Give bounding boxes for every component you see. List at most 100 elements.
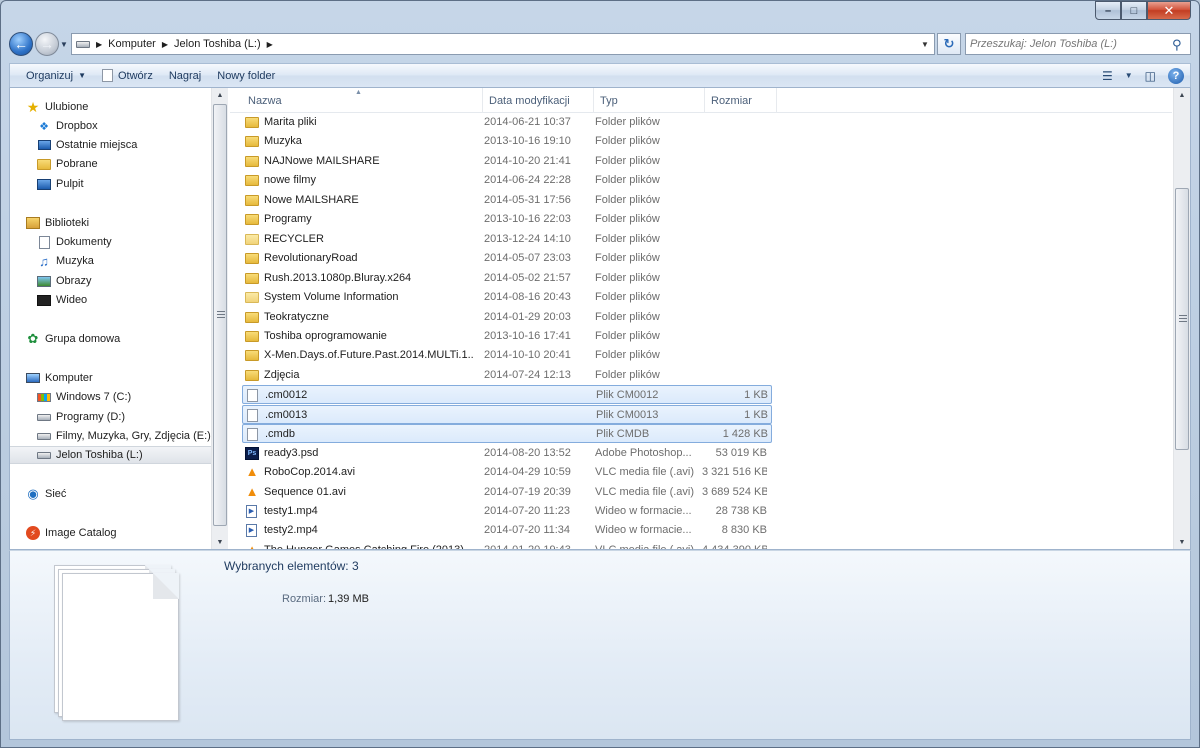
sidebar-item-desktop[interactable]: Pulpit <box>37 175 84 193</box>
sidebar-item-music[interactable]: ♫ Muzyka <box>37 252 94 270</box>
column-header-size[interactable]: Rozmiar <box>705 88 777 113</box>
sidebar-item-recent-places[interactable]: Ostatnie miejsca <box>37 136 137 154</box>
address-bar[interactable]: ▶ Komputer ▶ Jelon Toshiba (L:) ▶ ▼ <box>71 33 935 55</box>
file-row[interactable]: Rush.2013.1080p.Bluray.x264 2014-05-02 21… <box>242 269 772 288</box>
breadcrumb-drive[interactable]: Jelon Toshiba (L:) <box>170 38 265 50</box>
sidebar-label: Dropbox <box>56 120 98 132</box>
column-header-name[interactable]: Nazwa <box>242 88 483 113</box>
scroll-down-icon[interactable]: ▼ <box>212 535 228 549</box>
file-type: Plik CMDB <box>596 428 650 441</box>
file-name: Teokratyczne <box>264 310 329 323</box>
help-button[interactable]: ? <box>1162 65 1190 87</box>
back-button[interactable]: ← <box>9 32 33 56</box>
file-row[interactable]: System Volume Information 2014-08-16 20:4… <box>242 288 772 307</box>
file-row[interactable]: ▶ testy1.mp4 2014-07-20 11:23 Wideo w forma… <box>242 502 772 521</box>
sidebar-label: Wideo <box>56 294 88 306</box>
navigation-scrollbar[interactable]: ▲ ▼ <box>211 88 228 549</box>
file-row[interactable]: Programy 2013-10-16 22:03 Folder plików <box>242 210 772 229</box>
file-size: 8 830 KB <box>721 524 767 537</box>
sidebar-item-pictures[interactable]: Obrazy <box>37 272 91 290</box>
search-icon[interactable]: ⚲ <box>1172 37 1186 52</box>
file-size <box>702 132 767 151</box>
column-label: Data modyfikacji <box>489 94 570 107</box>
breadcrumb-separator-icon[interactable]: ▶ <box>265 40 275 49</box>
file-row[interactable]: Ps ready3.psd 2014-08-20 13:52 Adobe Photos… <box>242 444 772 463</box>
file-row[interactable]: .cmdb Plik CMDB 1 428 KB <box>242 424 772 444</box>
file-row[interactable]: NAJNowe MAILSHARE 2014-10-20 21:41 Folder … <box>242 152 772 171</box>
file-row[interactable]: ▶ testy2.mp4 2014-07-20 11:34 Wideo w forma… <box>242 521 772 540</box>
forward-button[interactable]: → <box>35 32 59 56</box>
file-row[interactable]: nowe filmy 2014-06-24 22:28 Folder plików <box>242 171 772 190</box>
file-size <box>702 113 767 132</box>
selected-count: Wybranych elementów: 3 <box>224 559 359 573</box>
file-row[interactable]: Nowe MAILSHARE 2014-05-31 17:56 Folder pli… <box>242 191 772 210</box>
minimize-button[interactable]: – <box>1095 1 1121 20</box>
file-list-scrollbar[interactable]: ▲ ▼ <box>1173 88 1190 549</box>
scroll-up-icon[interactable]: ▲ <box>1174 88 1190 102</box>
file-row[interactable]: RECYCLER 2013-12-24 14:10 Folder plików <box>242 230 772 249</box>
sidebar-item-videos[interactable]: Wideo <box>37 291 87 309</box>
file-row[interactable]: .cm0012 Plik CM0012 1 KB <box>242 385 772 405</box>
sidebar-item-favorites[interactable]: ★ Ulubione <box>26 98 89 116</box>
sidebar-item-libraries[interactable]: Biblioteki <box>26 214 89 232</box>
file-size: 3 321 516 KB <box>702 466 767 479</box>
file-row[interactable]: Zdjęcia 2014-07-24 12:13 Folder plików <box>242 366 772 385</box>
sidebar-item-drive-d[interactable]: Programy (D:) <box>37 408 125 426</box>
file-row[interactable]: Marita pliki 2014-06-21 10:37 Folder plikó… <box>242 113 772 132</box>
address-dropdown-button[interactable]: ▼ <box>916 34 934 54</box>
scroll-down-icon[interactable]: ▼ <box>1174 535 1190 549</box>
scroll-up-icon[interactable]: ▲ <box>212 88 228 102</box>
sidebar-item-drive-l[interactable]: Jelon Toshiba (L:) <box>10 446 211 464</box>
explorer-window: – □ ✕ ← → ▼ ▶ Komputer ▶ Jelon Toshiba (… <box>0 0 1200 748</box>
preview-pane-button[interactable]: ◫ <box>1139 65 1162 87</box>
sidebar-item-homegroup[interactable]: ✿ Grupa domowa <box>26 330 121 348</box>
file-row[interactable]: ▲ Sequence 01.avi 2014-07-19 20:39 VLC medi… <box>242 483 772 502</box>
close-button[interactable]: ✕ <box>1147 1 1191 20</box>
refresh-button[interactable]: ↻ <box>937 33 961 55</box>
column-header-type[interactable]: Typ <box>594 88 705 113</box>
file-size <box>702 249 767 268</box>
file-name: RoboCop.2014.avi <box>264 466 356 479</box>
mp4-icon: ▶ <box>246 524 257 538</box>
file-list-scroll-thumb[interactable] <box>1175 188 1189 450</box>
file-name: .cm0012 <box>265 389 308 402</box>
breadcrumb-separator-icon[interactable]: ▶ <box>94 40 104 49</box>
sidebar-item-dropbox[interactable]: ❖ Dropbox <box>37 117 98 135</box>
maximize-button[interactable]: □ <box>1121 1 1147 20</box>
breadcrumb-separator-icon[interactable]: ▶ <box>160 40 170 49</box>
breadcrumb-computer[interactable]: Komputer <box>104 38 160 50</box>
sidebar-item-computer[interactable]: Komputer <box>26 369 93 387</box>
new-folder-button[interactable]: Nowy folder <box>209 65 283 87</box>
search-input[interactable] <box>970 38 1172 50</box>
file-row[interactable]: Toshiba oprogramowanie 2013-10-16 17:41 Fo… <box>242 327 772 346</box>
organize-button[interactable]: Organizuj ▼ <box>18 65 94 87</box>
sidebar-item-image-catalog[interactable]: ⚡ Image Catalog <box>26 524 117 542</box>
maximize-icon: □ <box>1130 4 1138 17</box>
sidebar-item-drive-e[interactable]: Filmy, Muzyka, Gry, Zdjęcia (E:) <box>37 427 211 445</box>
file-row[interactable]: RevolutionaryRoad 2014-05-07 23:03 Folder … <box>242 249 772 268</box>
file-date: 2014-08-20 13:52 <box>484 446 571 459</box>
view-options-dropdown[interactable]: ▼ <box>1119 65 1139 87</box>
sidebar-item-downloads[interactable]: Pobrane <box>37 155 98 173</box>
change-view-button[interactable]: ☰ <box>1096 65 1119 87</box>
file-row[interactable]: ▲ The Hunger Games Catching Fire (2013)..… <box>242 541 772 549</box>
image-catalog-icon: ⚡ <box>26 526 40 540</box>
downloads-folder-icon <box>37 157 51 171</box>
folder-icon <box>245 117 259 128</box>
file-row[interactable]: X-Men.Days.of.Future.Past.2014.MULTi.1..… <box>242 346 772 365</box>
column-header-date[interactable]: Data modyfikacji <box>483 88 594 113</box>
open-button[interactable]: Otwórz <box>94 65 161 87</box>
sidebar-item-documents[interactable]: Dokumenty <box>37 233 112 251</box>
burn-button[interactable]: Nagraj <box>161 65 209 87</box>
file-row[interactable]: .cm0013 Plik CM0013 1 KB <box>242 404 772 424</box>
navigation-scroll-thumb[interactable] <box>213 104 227 526</box>
recent-pages-dropdown[interactable]: ▼ <box>59 40 69 49</box>
file-date: 2014-06-24 22:28 <box>484 174 571 187</box>
file-row[interactable]: ▲ RoboCop.2014.avi 2014-04-29 10:59 VLC med… <box>242 463 772 482</box>
sidebar-item-network[interactable]: ◉ Sieć <box>26 485 66 503</box>
folder-icon <box>245 214 259 226</box>
file-row[interactable]: Teokratyczne 2014-01-29 20:03 Folder plikó… <box>242 308 772 327</box>
sidebar-item-drive-c[interactable]: Windows 7 (C:) <box>37 388 131 406</box>
search-box[interactable]: ⚲ <box>965 33 1191 55</box>
file-row[interactable]: Muzyka 2013-10-16 19:10 Folder plików <box>242 132 772 151</box>
